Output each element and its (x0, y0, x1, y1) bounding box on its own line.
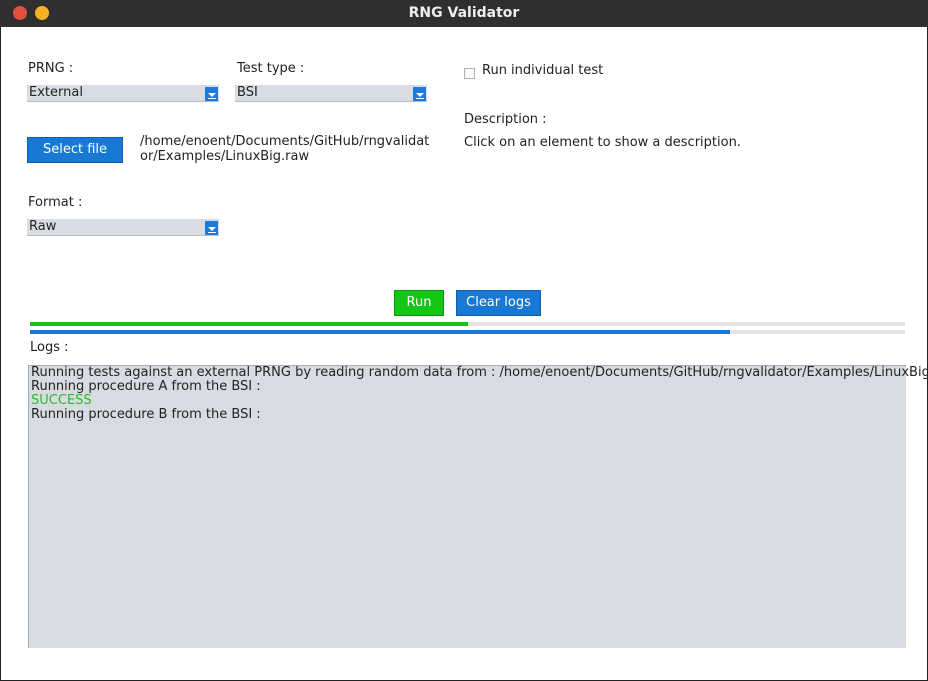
current-progress-fill (30, 330, 730, 334)
title-bar[interactable]: RNG Validator (0, 0, 928, 27)
overall-progress-fill (30, 322, 468, 326)
current-progress-bar (30, 330, 905, 334)
test-type-select[interactable]: BSI (235, 85, 427, 102)
format-select-value: Raw (29, 219, 57, 234)
description-label: Description : (464, 112, 547, 127)
overall-progress-bar (30, 322, 905, 326)
prng-select-value: External (29, 85, 83, 100)
logs-output[interactable]: Running tests against an external PRNG b… (28, 365, 928, 648)
logs-label: Logs : (30, 340, 69, 355)
run-individual-test-checkbox[interactable] (464, 68, 475, 79)
run-individual-test-label[interactable]: Run individual test (482, 63, 603, 78)
test-type-label: Test type : (237, 61, 305, 76)
selected-file-path: /home/enoent/Documents/GitHub/rngvalidat… (140, 134, 430, 164)
format-select[interactable]: Raw (27, 219, 219, 236)
window-title: RNG Validator (408, 5, 520, 21)
log-line: Running tests against an external PRNG b… (31, 365, 928, 380)
prng-select[interactable]: External (27, 85, 219, 102)
run-button[interactable]: Run (394, 290, 444, 316)
main-panel: PRNG : External Test type : BSI Run indi… (0, 27, 928, 681)
clear-logs-button[interactable]: Clear logs (456, 290, 541, 316)
prng-label: PRNG : (28, 61, 74, 76)
chevron-down-icon (205, 87, 218, 101)
app-window: RNG Validator PRNG : External Test type … (0, 0, 928, 681)
log-line: Running procedure A from the BSI : (31, 379, 261, 394)
log-line: Running procedure B from the BSI : (31, 407, 261, 422)
select-file-button[interactable]: Select file (27, 137, 123, 163)
log-line: SUCCESS (31, 393, 92, 408)
chevron-down-icon (413, 87, 426, 101)
format-label: Format : (28, 195, 83, 210)
test-type-select-value: BSI (237, 85, 258, 100)
description-text: Click on an element to show a descriptio… (464, 135, 741, 150)
chevron-down-icon (205, 221, 218, 235)
